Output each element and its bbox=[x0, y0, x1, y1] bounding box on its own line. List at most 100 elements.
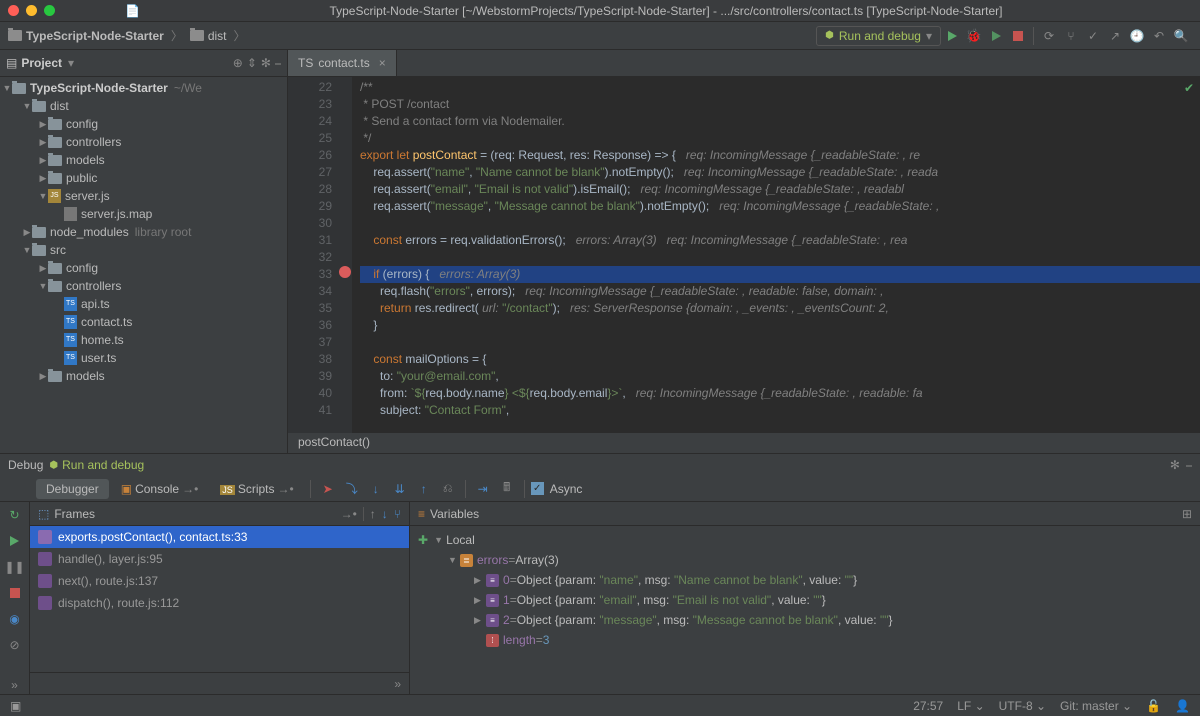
tree-item[interactable]: TSapi.ts bbox=[0, 295, 287, 313]
breadcrumb-root: TypeScript-Node-Starter bbox=[26, 29, 164, 43]
encoding[interactable]: UTF-8 ⌄ bbox=[999, 699, 1046, 713]
stop-icon[interactable] bbox=[6, 584, 24, 602]
tab-label: contact.ts bbox=[318, 56, 369, 70]
vcs-commit-icon[interactable]: ✓ bbox=[1084, 27, 1102, 45]
gear-icon[interactable]: ✻ bbox=[261, 56, 271, 71]
folder-icon bbox=[48, 263, 62, 274]
frame-row[interactable]: exports.postContact(), contact.ts:33 bbox=[30, 526, 409, 548]
frame-row[interactable]: dispatch(), route.js:112 bbox=[30, 592, 409, 614]
variables-title: Variables bbox=[430, 507, 479, 521]
run-config-selector[interactable]: ⬢ Run and debug ▾ bbox=[816, 26, 941, 46]
step-into-icon[interactable]: ↓ bbox=[367, 480, 385, 498]
mute-breakpoints-icon[interactable]: ⊘ bbox=[6, 636, 24, 654]
async-checkbox[interactable]: ✓ bbox=[531, 482, 544, 495]
run-button[interactable] bbox=[943, 27, 961, 45]
frame-row[interactable]: next(), route.js:137 bbox=[30, 570, 409, 592]
nodejs-icon: ⬢ bbox=[49, 460, 58, 471]
drop-frame-icon[interactable]: ⎌ bbox=[439, 480, 457, 498]
tree-item[interactable]: TScontact.ts bbox=[0, 313, 287, 331]
thread-dropdown-icon[interactable]: →• bbox=[341, 507, 357, 521]
git-branch[interactable]: Git: master ⌄ bbox=[1060, 699, 1132, 713]
breakpoint-icon[interactable] bbox=[339, 266, 351, 278]
vcs-history-icon[interactable]: 🕘 bbox=[1128, 27, 1146, 45]
run-coverage-button[interactable] bbox=[987, 27, 1005, 45]
tab-console[interactable]: ▣Console→• bbox=[111, 479, 209, 499]
gutter-icons[interactable] bbox=[338, 77, 352, 433]
read-only-lock-icon[interactable]: 🔓 bbox=[1146, 699, 1161, 713]
code-content[interactable]: /** * POST /contact * Send a contact for… bbox=[352, 77, 1200, 433]
gear-icon[interactable]: ✻ bbox=[1170, 458, 1180, 472]
zoom-window-button[interactable] bbox=[44, 5, 55, 16]
resume-icon[interactable] bbox=[6, 532, 24, 550]
close-window-button[interactable] bbox=[8, 5, 19, 16]
inspection-icon[interactable]: 👤 bbox=[1175, 699, 1190, 713]
pause-icon[interactable]: ❚❚ bbox=[6, 558, 24, 576]
tree-item[interactable]: ▶config bbox=[0, 259, 287, 277]
run-to-cursor-icon[interactable]: ⇥ bbox=[474, 480, 492, 498]
tab-debugger[interactable]: Debugger bbox=[36, 479, 109, 499]
tool-windows-icon[interactable]: ▣ bbox=[10, 699, 21, 713]
folder-icon bbox=[32, 101, 46, 112]
close-tab-icon[interactable]: × bbox=[379, 56, 386, 70]
tree-item[interactable]: ▶config bbox=[0, 115, 287, 133]
revert-icon[interactable]: ↶ bbox=[1150, 27, 1168, 45]
tree-item[interactable]: ▼dist bbox=[0, 97, 287, 115]
frame-icon bbox=[38, 596, 52, 610]
target-icon[interactable]: ⊕ bbox=[233, 56, 243, 71]
search-icon[interactable]: 🔍 bbox=[1172, 27, 1190, 45]
tree-root[interactable]: ▼ TypeScript-Node-Starter ~/We bbox=[0, 79, 287, 97]
tree-item[interactable]: ▶public bbox=[0, 169, 287, 187]
update-project-icon[interactable]: ⟳ bbox=[1040, 27, 1058, 45]
js-file-icon: JS bbox=[48, 189, 61, 203]
hide-icon[interactable]: ⎯ bbox=[1186, 458, 1192, 473]
line-number-gutter[interactable]: 2223242526272829303132333435363738394041 bbox=[288, 77, 338, 433]
hide-icon[interactable]: ⎯ bbox=[275, 56, 281, 71]
tree-item[interactable]: ▶models bbox=[0, 151, 287, 169]
tab-scripts[interactable]: JSScripts→• bbox=[210, 479, 303, 499]
project-tree[interactable]: ▼ TypeScript-Node-Starter ~/We ▼dist▶con… bbox=[0, 77, 287, 453]
cursor-position[interactable]: 27:57 bbox=[913, 699, 943, 713]
chevron-down-icon[interactable]: ▾ bbox=[68, 56, 74, 70]
more-icon[interactable]: » bbox=[394, 677, 401, 691]
view-breakpoints-icon[interactable]: ◉ bbox=[6, 610, 24, 628]
debug-button[interactable]: 🐞 bbox=[965, 27, 983, 45]
expand-icon[interactable]: ⇕ bbox=[247, 56, 257, 71]
next-frame-icon[interactable]: ↓ bbox=[382, 507, 388, 521]
stop-button[interactable] bbox=[1009, 27, 1027, 45]
tree-item[interactable]: ▶node_moduleslibrary root bbox=[0, 223, 287, 241]
frames-list[interactable]: exports.postContact(), contact.ts:33hand… bbox=[30, 526, 409, 672]
step-out-icon[interactable]: ↑ bbox=[415, 480, 433, 498]
tree-item[interactable]: TSuser.ts bbox=[0, 349, 287, 367]
line-separator[interactable]: LF ⌄ bbox=[957, 699, 984, 713]
show-execution-point-icon[interactable]: ➤ bbox=[319, 480, 337, 498]
restore-layout-icon[interactable]: ⊞ bbox=[1182, 507, 1192, 521]
tree-item[interactable]: ▶models bbox=[0, 367, 287, 385]
more-icon[interactable]: » bbox=[6, 676, 24, 694]
variables-tree[interactable]: ✚▼ Local▼≣errors = Array(3)▶≡0 = Object … bbox=[410, 526, 1200, 694]
breadcrumb[interactable]: TypeScript-Node-Starter 〉 dist 〉 bbox=[8, 27, 249, 44]
debug-side-toolbar: ↻ ❚❚ ◉ ⊘ » bbox=[0, 502, 30, 694]
rerun-icon[interactable]: ↻ bbox=[6, 506, 24, 524]
tree-item[interactable]: ▶controllers bbox=[0, 133, 287, 151]
minimize-window-button[interactable] bbox=[26, 5, 37, 16]
tree-item[interactable]: server.js.map bbox=[0, 205, 287, 223]
force-step-into-icon[interactable]: ⇊ bbox=[391, 480, 409, 498]
vcs-push-icon[interactable]: ↗ bbox=[1106, 27, 1124, 45]
evaluate-expression-icon[interactable]: 🖩 bbox=[498, 480, 516, 498]
editor-tab[interactable]: TS contact.ts × bbox=[288, 50, 397, 76]
tree-item[interactable]: TShome.ts bbox=[0, 331, 287, 349]
code-editor[interactable]: 2223242526272829303132333435363738394041… bbox=[288, 77, 1200, 433]
ts-file-icon: TS bbox=[64, 333, 77, 347]
inspection-ok-icon[interactable]: ✔ bbox=[1184, 81, 1194, 95]
frame-row[interactable]: handle(), layer.js:95 bbox=[30, 548, 409, 570]
tree-item[interactable]: ▼JSserver.js bbox=[0, 187, 287, 205]
window-titlebar: 📄 TypeScript-Node-Starter [~/WebstormPro… bbox=[0, 0, 1200, 22]
prev-frame-icon[interactable]: ↑ bbox=[370, 507, 376, 521]
vcs-branch-icon[interactable]: ⑂ bbox=[1062, 27, 1080, 45]
frame-icon bbox=[38, 574, 52, 588]
tree-item[interactable]: ▼controllers bbox=[0, 277, 287, 295]
tree-item[interactable]: ▼src bbox=[0, 241, 287, 259]
step-over-icon[interactable]: ⤵ bbox=[343, 480, 361, 498]
folder-icon bbox=[48, 173, 62, 184]
filter-icon[interactable]: ⑂ bbox=[394, 507, 401, 521]
